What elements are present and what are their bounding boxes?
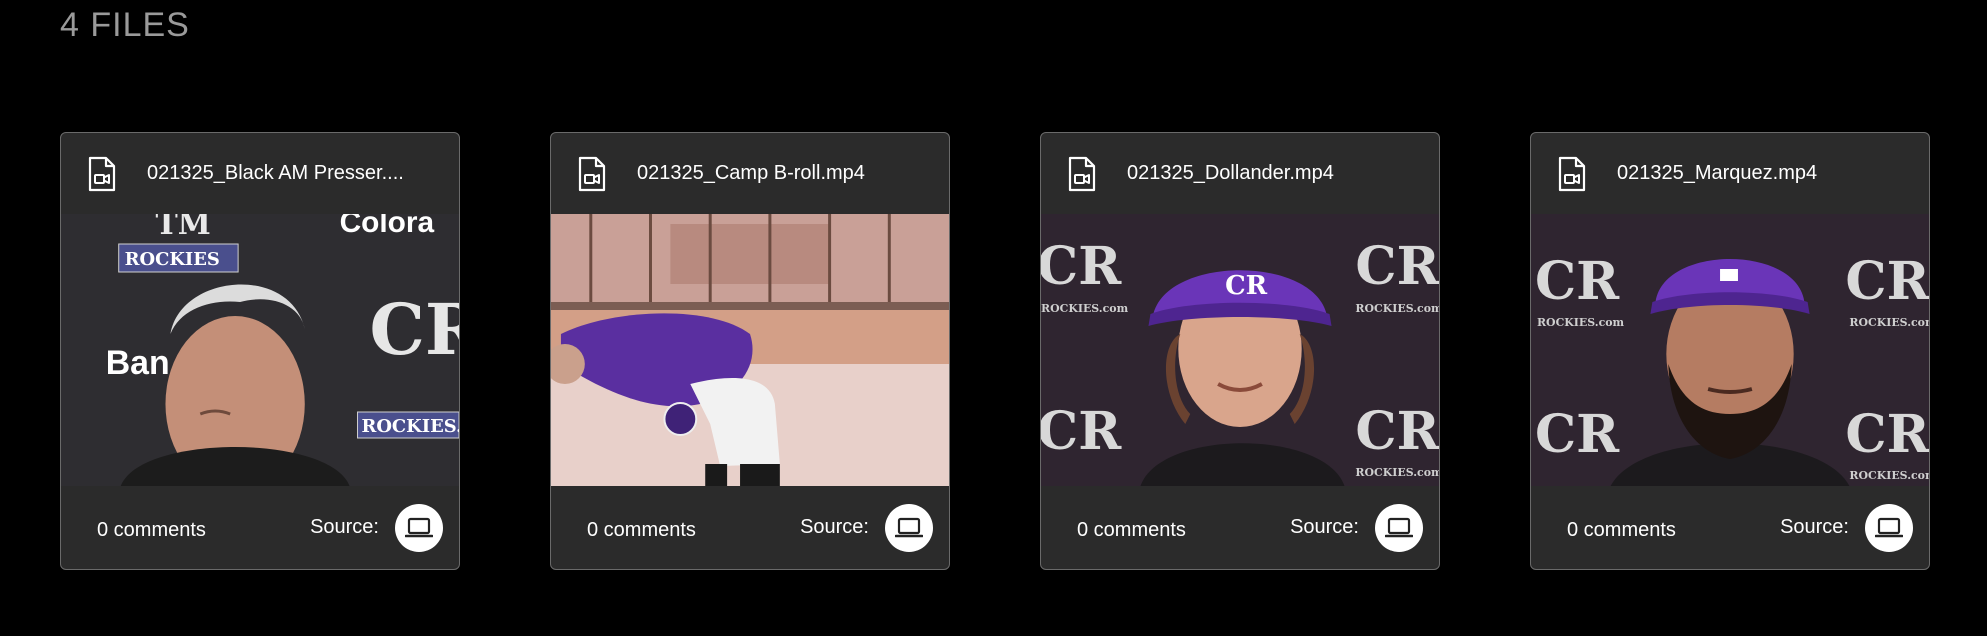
comments-count[interactable]: 0 comments (587, 513, 696, 542)
file-card[interactable]: 021325_Marquez.mp4 CR CR CR CR ROCKIES.c… (1530, 132, 1930, 570)
video-thumbnail[interactable]: CR CR CR CR ROCKIES.com ROCKIES.com ROCK… (1041, 214, 1439, 486)
source-label: Source: (1290, 516, 1359, 538)
svg-text:CR: CR (1355, 236, 1439, 297)
source-laptop-button[interactable] (395, 503, 443, 552)
svg-text:CR: CR (1041, 236, 1122, 297)
file-card-footer: 0 comments Source: (551, 486, 949, 569)
svg-text:CR: CR (1225, 271, 1268, 301)
file-card-header: 021325_Black AM Presser.... (61, 133, 459, 214)
svg-text:Colora: Colora (340, 214, 435, 239)
file-card-footer: 0 comments Source: (1041, 486, 1439, 569)
svg-text:CR: CR (1535, 251, 1620, 312)
svg-text:CR: CR (1535, 404, 1620, 465)
svg-text:CR: CR (1845, 251, 1929, 312)
source-label: Source: (800, 516, 869, 538)
svg-text:ROCKIES.com: ROCKIES.com (1537, 316, 1625, 329)
video-thumbnail[interactable]: CR CR CR CR ROCKIES.com ROCKIES.com ROCK… (1531, 214, 1929, 486)
comments-count[interactable]: 0 comments (1077, 513, 1186, 542)
svg-text:CR: CR (1041, 401, 1122, 462)
file-name[interactable]: 021325_Black AM Presser.... (147, 162, 404, 185)
svg-text:ROCKIES.com: ROCKIES.com (1355, 302, 1439, 315)
file-card-header: 021325_Dollander.mp4 (1041, 133, 1439, 214)
source-laptop-button[interactable] (1375, 503, 1423, 552)
files-count-heading: 4 FILES (60, 6, 190, 44)
svg-text:ROCKIES.com: ROCKIES.com (1041, 302, 1129, 315)
comments-count[interactable]: 0 comments (97, 513, 206, 542)
source-label: Source: (1780, 516, 1849, 538)
file-card[interactable]: 021325_Black AM Presser.... TM ROCKIES C… (60, 132, 460, 570)
file-card[interactable]: 021325_Camp B-roll.mp4 0 comments Source… (550, 132, 950, 570)
laptop-icon (1875, 517, 1903, 537)
file-card-footer: 0 comments Source: (61, 486, 459, 569)
svg-text:ROCKIES: ROCKIES (125, 249, 220, 270)
video-file-icon (578, 156, 606, 191)
svg-text:CR: CR (369, 289, 459, 371)
comments-count[interactable]: 0 comments (1567, 513, 1676, 542)
svg-text:CR: CR (1355, 401, 1439, 462)
laptop-icon (1385, 517, 1413, 537)
source-info: Source: (800, 503, 933, 552)
source-info: Source: (1780, 503, 1913, 552)
source-info: Source: (1290, 503, 1423, 552)
file-card-header: 021325_Camp B-roll.mp4 (551, 133, 949, 214)
source-laptop-button[interactable] (885, 503, 933, 552)
video-file-icon (1068, 156, 1096, 191)
svg-text:ROCKIES.co: ROCKIES.co (361, 416, 459, 437)
laptop-icon (405, 517, 433, 537)
svg-text:ROCKIES.com: ROCKIES.com (1355, 466, 1439, 479)
file-name[interactable]: 021325_Marquez.mp4 (1617, 162, 1817, 185)
file-name[interactable]: 021325_Camp B-roll.mp4 (637, 162, 865, 185)
file-card-header: 021325_Marquez.mp4 (1531, 133, 1929, 214)
file-card-grid: 021325_Black AM Presser.... TM ROCKIES C… (60, 132, 1930, 570)
source-label: Source: (310, 516, 379, 538)
source-info: Source: (310, 503, 443, 552)
svg-text:CR: CR (1845, 404, 1929, 465)
video-thumbnail[interactable] (551, 214, 949, 486)
laptop-icon (895, 517, 923, 537)
source-laptop-button[interactable] (1865, 503, 1913, 552)
backdrop-logo-text: TM (156, 214, 211, 242)
file-card[interactable]: 021325_Dollander.mp4 CR CR CR CR ROCKIES… (1040, 132, 1440, 570)
video-thumbnail[interactable]: TM ROCKIES Colora Ban Co CR ROCKIES.co (61, 214, 459, 486)
svg-text:ROCKIES.com: ROCKIES.com (1849, 316, 1929, 329)
video-file-icon (1558, 156, 1586, 191)
file-card-footer: 0 comments Source: (1531, 486, 1929, 569)
video-file-icon (88, 156, 116, 191)
svg-text:ROCKIES.com: ROCKIES.com (1849, 469, 1929, 482)
file-name[interactable]: 021325_Dollander.mp4 (1127, 162, 1334, 185)
